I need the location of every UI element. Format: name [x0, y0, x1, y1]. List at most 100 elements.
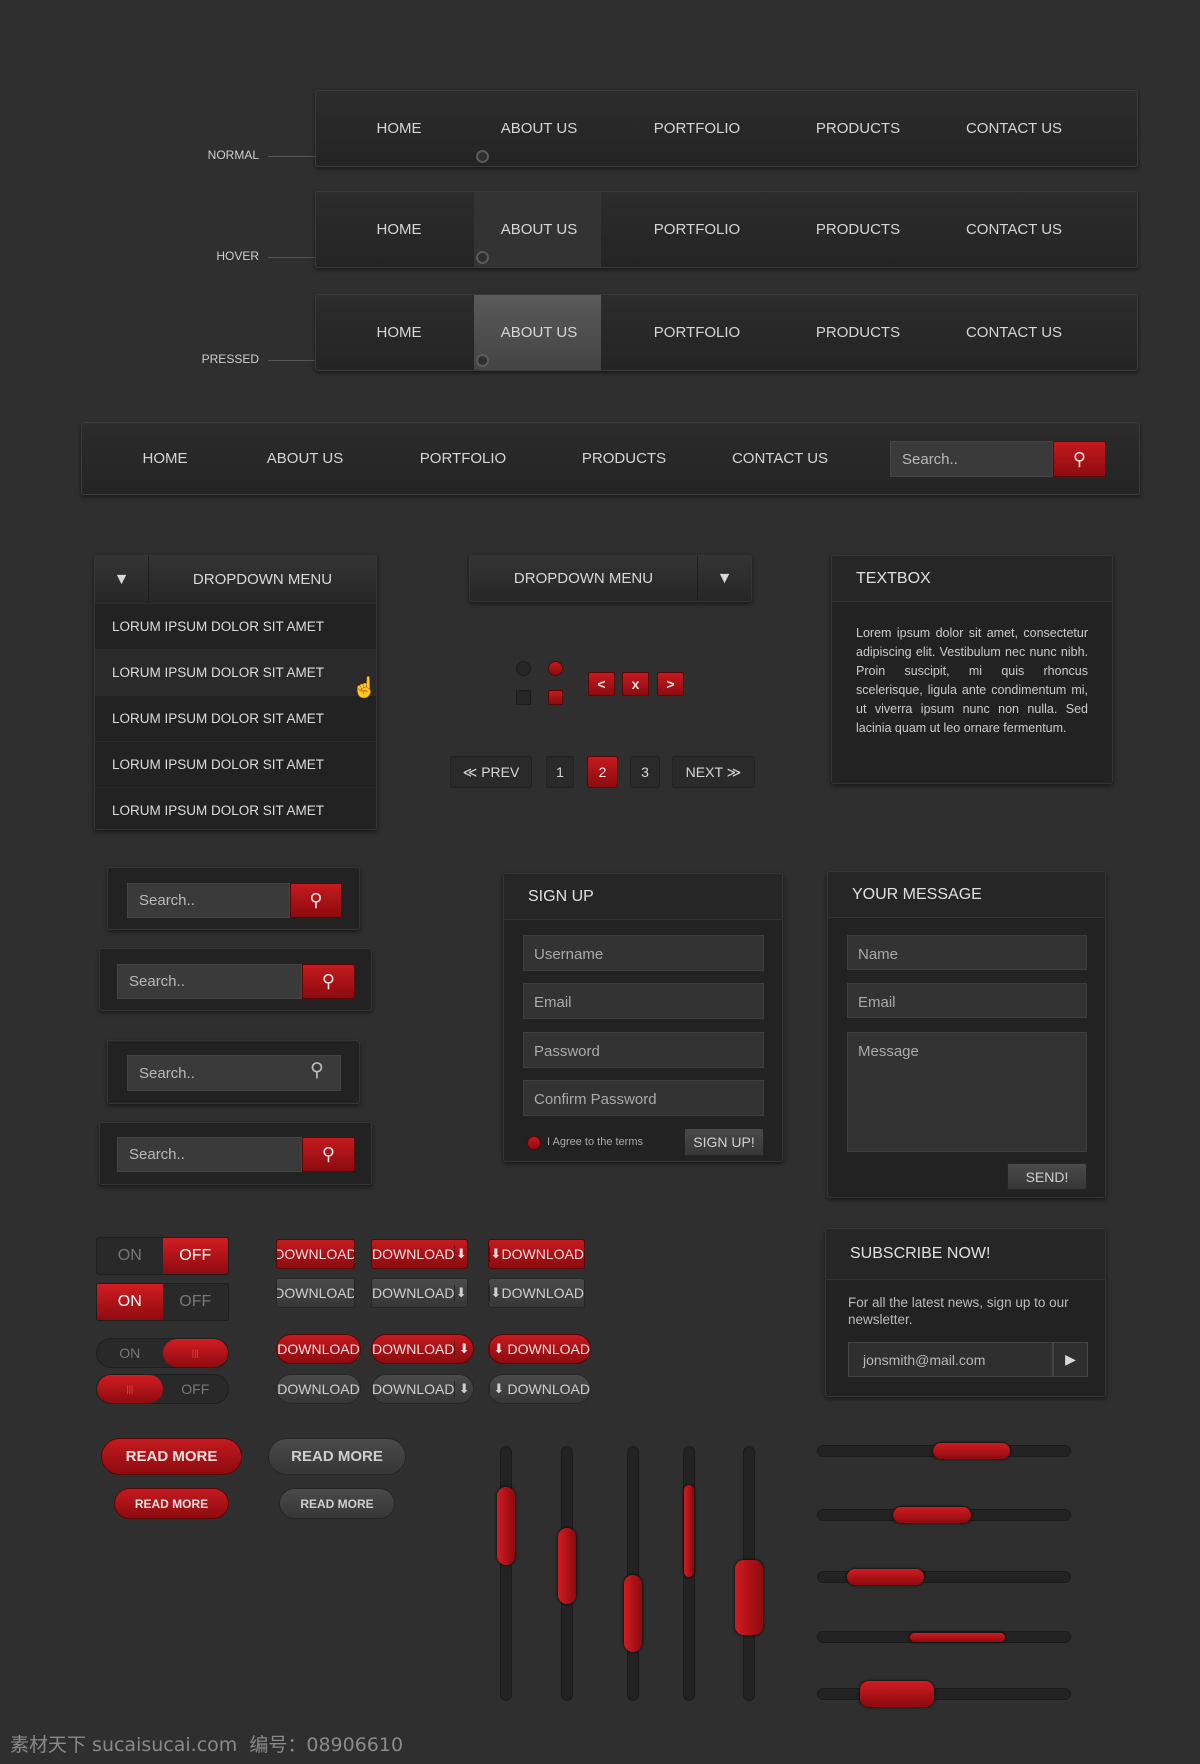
nav-products[interactable]: PRODUCTS — [582, 423, 666, 494]
vertical-slider-thumb[interactable] — [684, 1484, 694, 1577]
radio-unchecked[interactable] — [516, 661, 531, 676]
pagination-page-2-current[interactable]: 2 — [587, 756, 618, 788]
email-field[interactable]: Email — [523, 983, 764, 1019]
nav-portfolio[interactable]: PORTFOLIO — [654, 192, 740, 267]
download-button[interactable]: DOWNLOAD — [276, 1278, 355, 1308]
password-field[interactable]: Password — [523, 1032, 764, 1068]
email-field[interactable]: Email — [847, 983, 1087, 1018]
toggle-off[interactable]: ON OFF — [96, 1237, 229, 1275]
read-more-button-large[interactable]: READ MORE — [101, 1438, 242, 1475]
search-button[interactable]: ⚲ — [302, 1137, 355, 1172]
download-button[interactable]: DOWNLOAD — [276, 1374, 361, 1404]
dropdown-toggle-button[interactable]: ▼ — [95, 556, 149, 603]
subscribe-submit-button[interactable]: ▶ — [1053, 1342, 1088, 1377]
search-input[interactable]: Search.. — [117, 964, 302, 999]
nav-home[interactable]: HOME — [377, 295, 422, 370]
checkbox-unchecked[interactable] — [516, 690, 531, 705]
nav-about-us[interactable]: ABOUT US — [501, 192, 577, 267]
download-button[interactable]: ⬇ DOWNLOAD — [488, 1278, 585, 1308]
nav-portfolio[interactable]: PORTFOLIO — [420, 423, 506, 494]
horizontal-slider-thumb[interactable] — [847, 1569, 925, 1585]
download-button[interactable]: ⬇ DOWNLOAD — [488, 1239, 585, 1269]
nav-contact-us[interactable]: CONTACT US — [966, 91, 1062, 166]
slide-toggle-on[interactable]: ||| OFF — [96, 1374, 229, 1404]
send-button[interactable]: SEND! — [1007, 1163, 1087, 1190]
confirm-password-field[interactable]: Confirm Password — [523, 1080, 764, 1116]
search-button[interactable]: ⚲ — [290, 883, 342, 918]
nav-home[interactable]: HOME — [143, 423, 188, 494]
nav-about-us[interactable]: ABOUT US — [501, 295, 577, 370]
dropdown-menu-closed[interactable]: DROPDOWN MENU ▼ — [469, 555, 752, 602]
pagination-page-3[interactable]: 3 — [630, 756, 660, 788]
vertical-slider-thumb[interactable] — [624, 1574, 642, 1652]
nav-home[interactable]: HOME — [377, 192, 422, 267]
search-input[interactable]: Search.. — [127, 883, 290, 918]
nav-search-input[interactable]: Search.. — [890, 441, 1053, 477]
horizontal-slider-thumb[interactable] — [910, 1632, 1005, 1642]
download-button[interactable]: DOWNLOAD ⬇ — [371, 1239, 468, 1269]
download-arrow-icon: ⬇ — [489, 1285, 502, 1301]
dropdown-toggle-button[interactable]: ▼ — [697, 556, 751, 601]
message-textarea[interactable]: Message — [847, 1032, 1087, 1152]
search-input[interactable]: Search.. — [127, 1055, 341, 1091]
nav-contact-us[interactable]: CONTACT US — [966, 192, 1062, 267]
close-button[interactable]: x — [622, 672, 649, 696]
search-input[interactable]: Search.. — [117, 1137, 302, 1172]
dropdown-item[interactable]: LORUM IPSUM DOLOR SIT AMET — [95, 603, 376, 649]
nav-home[interactable]: HOME — [377, 91, 422, 166]
nav-about-us[interactable]: ABOUT US — [267, 423, 343, 494]
pagination-next[interactable]: NEXT ≫ — [672, 756, 755, 788]
vertical-slider-track[interactable] — [627, 1446, 639, 1701]
next-arrow-button[interactable]: > — [657, 672, 684, 696]
signup-button[interactable]: SIGN UP! — [684, 1128, 764, 1156]
download-label: DOWNLOAD — [501, 1246, 584, 1262]
nav-about-us[interactable]: ABOUT US — [501, 91, 577, 166]
download-button[interactable]: DOWNLOAD — [276, 1334, 361, 1364]
dropdown-item-hover[interactable]: LORUM IPSUM DOLOR SIT AMET — [95, 649, 376, 695]
nav-portfolio[interactable]: PORTFOLIO — [654, 295, 740, 370]
vertical-slider-thumb[interactable] — [497, 1487, 515, 1566]
download-button[interactable]: DOWNLOAD ⬇ — [371, 1334, 474, 1364]
horizontal-slider-thumb[interactable] — [933, 1443, 1011, 1459]
search-button[interactable]: ⚲ — [302, 964, 355, 999]
pagination-page-1[interactable]: 1 — [546, 756, 574, 788]
horizontal-slider-thumb[interactable] — [860, 1681, 935, 1707]
subscribe-email-input[interactable]: jonsmith@mail.com — [848, 1342, 1053, 1377]
agree-checkbox[interactable] — [527, 1136, 541, 1150]
nav-products[interactable]: PRODUCTS — [816, 192, 900, 267]
download-button[interactable]: ⬇ DOWNLOAD — [488, 1374, 591, 1404]
nav-portfolio[interactable]: PORTFOLIO — [654, 91, 740, 166]
dropdown-label[interactable]: DROPDOWN MENU — [149, 556, 376, 603]
read-more-button-small[interactable]: READ MORE — [114, 1488, 229, 1519]
state-marker — [476, 354, 489, 367]
search-icon[interactable]: ⚲ — [310, 1059, 324, 1082]
dropdown-item[interactable]: LORUM IPSUM DOLOR SIT AMET — [95, 741, 376, 787]
download-button[interactable]: DOWNLOAD ⬇ — [371, 1374, 474, 1404]
nav-contact-us[interactable]: CONTACT US — [966, 295, 1062, 370]
vertical-slider-thumb[interactable] — [558, 1527, 576, 1604]
slide-toggle-off[interactable]: ON ||| — [96, 1338, 229, 1368]
prev-arrow-button[interactable]: < — [588, 672, 615, 696]
nav-products[interactable]: PRODUCTS — [816, 91, 900, 166]
nav-contact-us[interactable]: CONTACT US — [732, 423, 828, 494]
read-more-grey-small[interactable]: READ MORE — [279, 1488, 395, 1519]
download-button[interactable]: DOWNLOAD ⬇ — [371, 1278, 468, 1308]
nav-products[interactable]: PRODUCTS — [816, 295, 900, 370]
username-field[interactable]: Username — [523, 935, 764, 971]
toggle-on[interactable]: ON OFF — [96, 1283, 229, 1321]
nav-search-button[interactable]: ⚲ — [1053, 441, 1106, 477]
read-more-grey-large[interactable]: READ MORE — [268, 1438, 406, 1475]
search-icon: ⚲ — [1072, 448, 1087, 469]
dropdown-item[interactable]: LORUM IPSUM DOLOR SIT AMET — [95, 787, 376, 833]
horizontal-slider-thumb[interactable] — [892, 1507, 971, 1523]
checkbox-checked[interactable] — [548, 690, 563, 705]
vertical-slider-track[interactable] — [500, 1446, 512, 1701]
download-button[interactable]: ⬇ DOWNLOAD — [488, 1334, 591, 1364]
download-button[interactable]: DOWNLOAD — [276, 1239, 355, 1269]
name-field[interactable]: Name — [847, 935, 1087, 970]
dropdown-item[interactable]: LORUM IPSUM DOLOR SIT AMET — [95, 695, 376, 741]
pagination-prev[interactable]: ≪ PREV — [450, 756, 532, 788]
radio-checked[interactable] — [548, 661, 563, 676]
horizontal-slider-track[interactable] — [817, 1688, 1071, 1700]
vertical-slider-thumb[interactable] — [735, 1560, 763, 1635]
